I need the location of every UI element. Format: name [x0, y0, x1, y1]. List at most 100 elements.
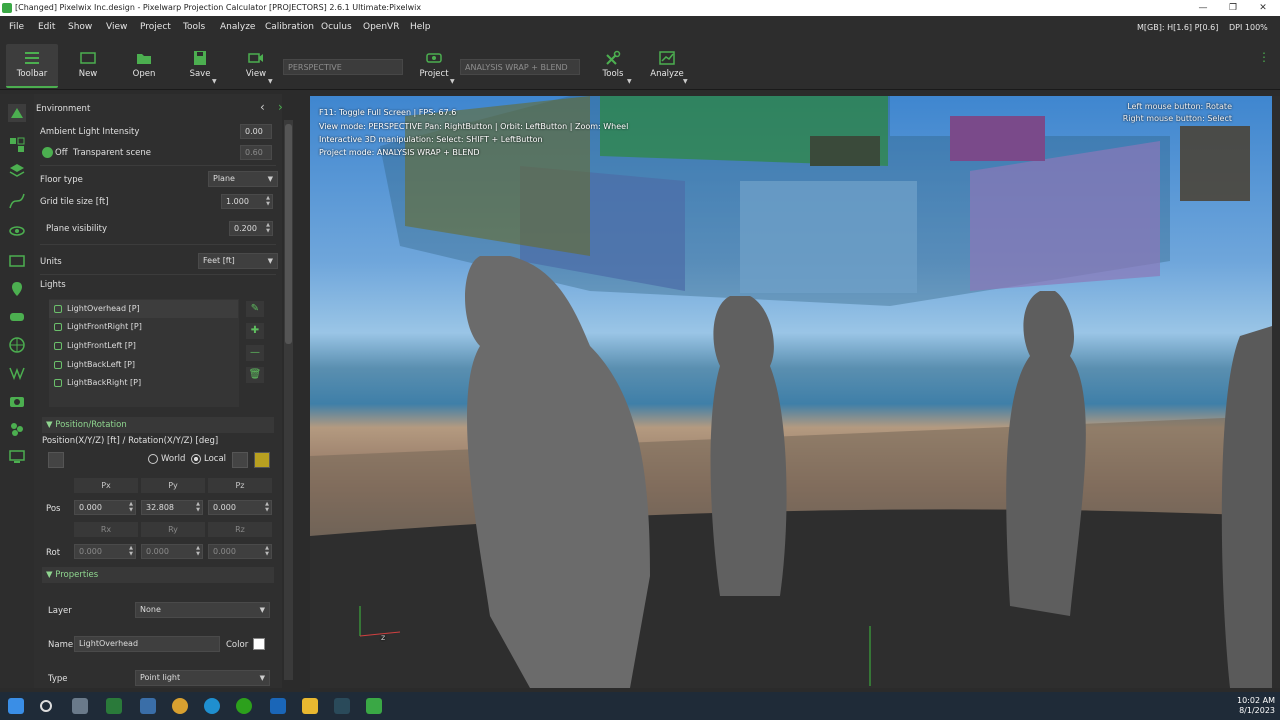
world-radio[interactable] — [148, 454, 158, 464]
spinner-icon[interactable]: ▲ ▼ — [129, 545, 133, 557]
spinner-icon[interactable]: ▲ ▼ — [265, 545, 269, 557]
camera-capture-icon[interactable] — [8, 392, 26, 410]
menu-openvr[interactable]: OpenVR — [363, 22, 399, 32]
globe-icon[interactable] — [8, 336, 26, 354]
spinner-icon[interactable]: ▲ ▼ — [266, 195, 270, 207]
minimize-button[interactable]: — — [1188, 0, 1218, 16]
view-mode-field[interactable]: PERSPECTIVE — [283, 59, 403, 75]
plane-input[interactable]: 0.200 ▲ ▼ — [229, 221, 273, 236]
spinner-icon[interactable]: ▲ ▼ — [266, 222, 270, 234]
save-dropdown-icon[interactable]: ▼ — [212, 78, 217, 85]
light-item[interactable]: LightFrontRight [P] — [49, 318, 238, 336]
screen-icon[interactable] — [8, 252, 26, 270]
toolbar-toggle-button[interactable]: Toolbar — [6, 44, 58, 88]
delete-light-button[interactable]: 🗑 — [246, 367, 264, 383]
panel-scrollbar[interactable] — [284, 120, 293, 680]
transparent-toggle-icon[interactable] — [42, 147, 53, 158]
light-edit-button[interactable]: ✎ — [246, 301, 264, 317]
panel-next-icon[interactable]: › — [278, 100, 283, 114]
view-dropdown-icon[interactable]: ▼ — [268, 78, 273, 85]
project-mode-field[interactable]: ANALYSIS WRAP + BLEND — [460, 59, 580, 75]
pz-input[interactable]: 0.000 ▲ ▼ — [208, 500, 272, 515]
mail-icon[interactable] — [140, 698, 156, 714]
menu-oculus[interactable]: Oculus — [321, 22, 352, 32]
panel-prev-icon[interactable]: ‹ — [260, 100, 265, 114]
3d-viewport[interactable]: F11: Toggle Full Screen | FPS: 67.6 View… — [310, 96, 1272, 688]
dpi-readout[interactable]: DPI 100% — [1229, 23, 1268, 32]
edge-icon[interactable] — [204, 698, 220, 714]
reset-transform-button[interactable] — [48, 452, 64, 468]
spinner-icon[interactable]: ▲ ▼ — [129, 501, 133, 513]
maximize-button[interactable]: ❐ — [1218, 0, 1248, 16]
analyze-button[interactable]: Analyze ▼ — [642, 44, 692, 88]
outlook-icon[interactable] — [270, 698, 286, 714]
light-item[interactable]: LightBackRight [P] — [49, 374, 238, 392]
light-item[interactable]: LightBackLeft [P] — [49, 356, 238, 374]
windows-start-icon[interactable] — [8, 698, 24, 714]
viewport-scrollbar[interactable] — [1272, 96, 1280, 688]
gizmo-move-button[interactable] — [232, 452, 248, 468]
vr-headset-icon[interactable] — [8, 308, 26, 326]
units-select[interactable]: Feet [ft] ▼ — [198, 253, 278, 269]
light-item[interactable]: LightFrontLeft [P] — [49, 337, 238, 355]
light-item[interactable]: LightOverhead [P] — [49, 300, 238, 318]
spinner-icon[interactable]: ▲ ▼ — [196, 501, 200, 513]
warp-icon[interactable] — [8, 364, 26, 382]
menu-edit[interactable]: Edit — [38, 22, 55, 32]
environment-icon[interactable] — [8, 104, 26, 122]
menu-tools[interactable]: Tools — [183, 22, 205, 32]
pixelwarp-taskbar-icon[interactable] — [334, 698, 350, 714]
menu-help[interactable]: Help — [410, 22, 431, 32]
layers-icon[interactable] — [8, 162, 26, 180]
group-icon[interactable] — [8, 420, 26, 438]
menu-view[interactable]: View — [106, 22, 127, 32]
grid-input[interactable]: 1.000 ▲ ▼ — [221, 194, 273, 209]
more-options-icon[interactable]: ⋮ — [1258, 51, 1270, 72]
transparent-toggle[interactable]: Off — [55, 148, 68, 158]
task-view-icon[interactable] — [72, 698, 88, 714]
curve-icon[interactable] — [8, 192, 26, 210]
system-clock[interactable]: 10:02 AM 8/1/2023 — [1237, 696, 1275, 716]
projectors-icon[interactable] — [8, 136, 26, 154]
add-light-button[interactable]: ✚ — [246, 323, 264, 339]
view-button[interactable]: View ▼ — [232, 44, 280, 88]
menu-show[interactable]: Show — [68, 22, 92, 32]
menu-project[interactable]: Project — [140, 22, 171, 32]
transparent-input[interactable]: 0.60 — [240, 145, 272, 160]
tools-button[interactable]: Tools ▼ — [590, 44, 636, 88]
monitor-icon[interactable] — [8, 448, 26, 466]
name-input[interactable]: LightOverhead — [74, 636, 220, 652]
quickbooks-icon[interactable] — [236, 698, 252, 714]
close-button[interactable]: ✕ — [1248, 0, 1278, 16]
menu-calibration[interactable]: Calibration — [265, 22, 314, 32]
px-input[interactable]: 0.000 ▲ ▼ — [74, 500, 136, 515]
menu-analyze[interactable]: Analyze — [220, 22, 255, 32]
save-button[interactable]: Save ▼ — [176, 44, 224, 88]
remove-light-button[interactable]: — — [246, 345, 264, 361]
gizmo-snap-button[interactable] — [254, 452, 270, 468]
layer-select[interactable]: None ▼ — [135, 602, 270, 618]
app-icon[interactable] — [106, 698, 122, 714]
menu-file[interactable]: File — [9, 22, 24, 32]
open-button[interactable]: Open — [122, 44, 166, 88]
chrome-icon[interactable] — [172, 698, 188, 714]
rx-input[interactable]: 0.000 ▲ ▼ — [74, 544, 136, 559]
floor-select[interactable]: Plane ▼ — [208, 171, 278, 187]
file-explorer-icon[interactable] — [302, 698, 318, 714]
analyze-dropdown-icon[interactable]: ▼ — [683, 78, 688, 85]
type-select[interactable]: Point light ▼ — [135, 670, 270, 686]
eye-icon[interactable] — [8, 222, 26, 240]
project-dropdown-icon[interactable]: ▼ — [450, 78, 455, 85]
spinner-icon[interactable]: ▲ ▼ — [196, 545, 200, 557]
properties-section-header[interactable]: ▼ Properties — [42, 567, 274, 583]
location-pin-icon[interactable] — [8, 280, 26, 298]
local-radio[interactable] — [191, 454, 201, 464]
new-button[interactable]: New — [66, 44, 110, 88]
py-input[interactable]: 32.808 ▲ ▼ — [141, 500, 203, 515]
search-icon[interactable] — [40, 700, 52, 712]
posrot-section-header[interactable]: ▼ Position/Rotation — [42, 417, 274, 433]
ry-input[interactable]: 0.000 ▲ ▼ — [141, 544, 203, 559]
color-swatch[interactable] — [253, 638, 265, 650]
pixelwarp-active-icon[interactable] — [366, 698, 382, 714]
spinner-icon[interactable]: ▲ ▼ — [265, 501, 269, 513]
